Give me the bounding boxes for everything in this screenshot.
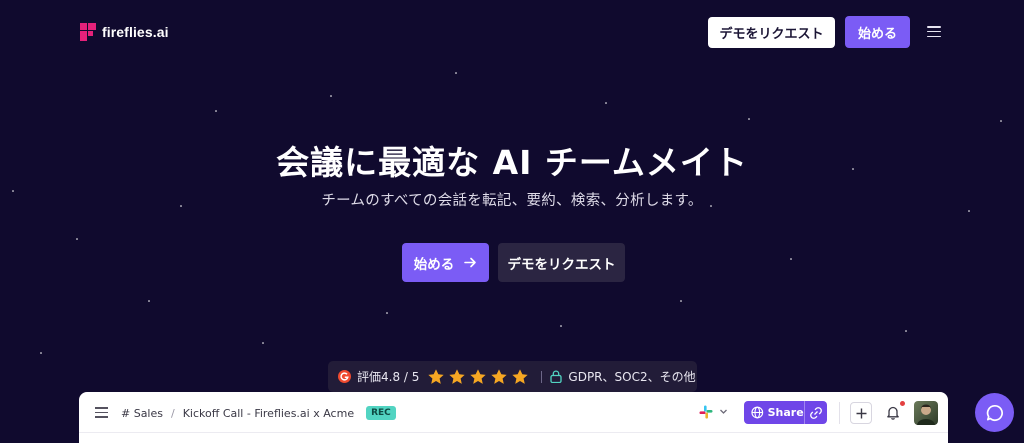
fireflies-logo-icon <box>80 23 96 41</box>
lock-icon <box>550 370 563 383</box>
site-header: fireflies.ai デモをリクエスト 始める <box>0 0 1024 64</box>
hero-request-demo-button[interactable]: デモをリクエスト <box>498 243 625 282</box>
avatar[interactable] <box>914 401 938 425</box>
toolbar-divider <box>839 402 840 424</box>
hero-title: 会議に最適な AI チームメイト <box>276 143 748 182</box>
arrow-right-icon <box>464 257 477 268</box>
plus-icon <box>856 408 866 418</box>
hero-get-started-label: 始める <box>413 256 455 273</box>
get-started-button[interactable]: 始める <box>845 16 910 48</box>
star-icon <box>512 368 529 384</box>
rec-badge: REC <box>366 406 396 420</box>
compliance-text: GDPR、SOC2、その他 <box>568 370 696 384</box>
avatar-image <box>917 404 935 425</box>
share-label: Share <box>767 406 804 419</box>
star-icon <box>428 368 445 384</box>
rating-score: 評価4.8 / 5 <box>357 370 420 384</box>
breadcrumb-separator: / <box>171 406 175 420</box>
app-preview-window: # Sales / Kickoff Call - Fireflies.ai x … <box>79 392 948 443</box>
app-toolbar-border <box>79 432 948 433</box>
hamburger-menu-icon[interactable] <box>95 407 108 418</box>
rating-bar: 評価4.8 / 5 GDPR、SOC2、その他 <box>328 361 697 392</box>
star-icon <box>491 368 508 384</box>
brand-logo[interactable]: fireflies.ai <box>80 23 169 41</box>
share-button[interactable]: Share <box>744 401 827 424</box>
breadcrumb-channel[interactable]: # Sales <box>121 407 163 420</box>
rating-divider <box>541 370 543 383</box>
g2-logo-icon <box>338 370 351 383</box>
notification-dot <box>900 401 905 406</box>
chat-bubble-icon <box>986 404 1003 421</box>
chevron-down-icon[interactable] <box>719 407 728 416</box>
star-icon <box>449 368 466 384</box>
request-demo-button[interactable]: デモをリクエスト <box>708 17 835 48</box>
slack-icon[interactable] <box>699 405 713 419</box>
rating-stars <box>427 368 529 386</box>
chat-widget-button[interactable] <box>975 393 1014 432</box>
logo-text: fireflies.ai <box>102 24 169 40</box>
hero-subtitle: チームのすべての会話を転記、要約、検索、分析します。 <box>321 193 703 209</box>
globe-icon <box>751 406 764 419</box>
hamburger-menu-icon[interactable] <box>927 26 941 38</box>
star-icon <box>470 368 487 384</box>
bell-icon[interactable] <box>886 405 900 420</box>
add-button[interactable] <box>850 402 872 424</box>
link-icon <box>809 406 822 419</box>
breadcrumb-meeting-title: Kickoff Call - Fireflies.ai x Acme <box>182 406 355 420</box>
copy-link-button[interactable] <box>803 401 827 424</box>
breadcrumb: # Sales / Kickoff Call - Fireflies.ai x … <box>121 406 396 420</box>
hero-get-started-button[interactable]: 始める <box>402 243 489 282</box>
